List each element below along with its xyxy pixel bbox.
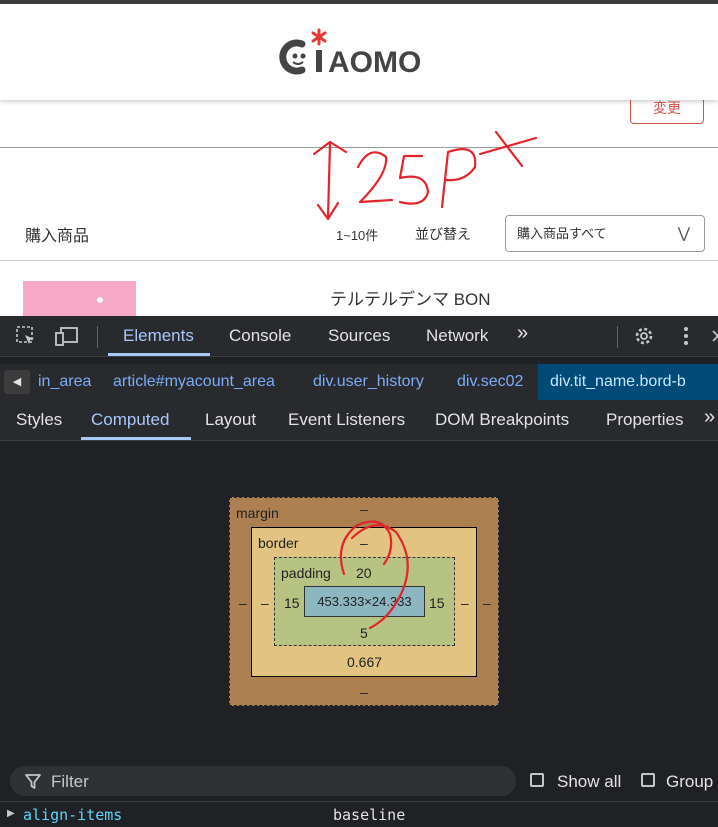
breadcrumb-item[interactable]: in_area (38, 373, 91, 391)
toolbar-separator (617, 326, 618, 348)
site-header: AOMO (0, 4, 718, 100)
product-thumbnail[interactable] (23, 281, 136, 316)
margin-left-value[interactable]: – (239, 595, 247, 611)
handwritten-annotation (312, 130, 538, 221)
show-all-checkbox[interactable] (530, 773, 544, 787)
inspect-element-icon[interactable] (14, 324, 38, 348)
border-right-value[interactable]: – (461, 595, 469, 611)
product-name[interactable]: テルテルデンマ BON (330, 285, 491, 310)
tab-computed[interactable]: Computed (91, 410, 169, 430)
computed-filter-bar: Filter Show all Group (0, 761, 718, 801)
filter-placeholder: Filter (51, 772, 89, 791)
more-options-icon[interactable] (674, 324, 698, 348)
margin-bottom-value[interactable]: – (360, 684, 368, 700)
tab-layout[interactable]: Layout (205, 410, 256, 430)
divider (0, 260, 718, 261)
active-tab-indicator (81, 437, 191, 440)
item-count: 1~10件 (336, 228, 379, 243)
breadcrumb-item[interactable]: div.user_history (313, 373, 424, 391)
margin-label: margin (236, 505, 279, 521)
settings-gear-icon[interactable] (632, 324, 656, 348)
more-tabs-icon[interactable]: » (704, 406, 715, 429)
webpage-viewport: AOMO 変更 購入商品 1~10件 並び替え 購入商品すべて ⋁ テルテルデン… (0, 0, 718, 316)
tab-console[interactable]: Console (229, 326, 291, 346)
chevron-down-icon: ⋁ (677, 225, 690, 242)
tab-sources[interactable]: Sources (328, 326, 390, 346)
breadcrumb-item[interactable]: article#myacount_area (113, 373, 275, 391)
handwritten-circle-annotation (339, 520, 409, 630)
close-devtools-icon[interactable] (706, 324, 718, 348)
devtools-panel: Elements Console Sources Network » ◀ in_… (0, 316, 718, 826)
section-title: 購入商品 (25, 228, 90, 245)
border-bottom-value[interactable]: 0.667 (347, 654, 382, 670)
tab-properties[interactable]: Properties (606, 410, 683, 430)
padding-left-value[interactable]: 15 (284, 595, 300, 611)
expand-arrow-icon[interactable]: ▶ (7, 808, 15, 819)
devtools-toolbar: Elements Console Sources Network » (0, 316, 718, 357)
toolbar-separator (97, 326, 98, 348)
tab-network[interactable]: Network (426, 326, 488, 346)
select-value: 購入商品すべて (517, 226, 607, 241)
tab-dom-breakpoints[interactable]: DOM Breakpoints (435, 410, 569, 430)
svg-text:AOMO: AOMO (328, 46, 421, 79)
margin-right-value[interactable]: – (483, 595, 491, 611)
border-left-value[interactable]: – (261, 595, 269, 611)
tab-elements[interactable]: Elements (123, 326, 194, 346)
breadcrumb: ◀ in_area article#myacount_area div.user… (0, 364, 718, 401)
property-name: align-items (23, 806, 123, 824)
tab-styles[interactable]: Styles (16, 410, 62, 430)
active-tab-indicator (108, 353, 210, 356)
more-tabs-icon[interactable]: » (517, 322, 528, 345)
computed-property-row[interactable]: ▶ align-items baseline (0, 801, 718, 827)
property-value: baseline (333, 806, 406, 824)
ciaomo-logo[interactable]: AOMO (272, 26, 462, 86)
breadcrumb-item-selected[interactable]: div.tit_name.bord-b (538, 364, 718, 400)
sidebar-tabs: Styles Computed Layout Event Listeners D… (0, 400, 718, 441)
thumbnail-decoration (97, 297, 103, 303)
purchase-filter-select[interactable]: 購入商品すべて ⋁ (505, 215, 705, 252)
filter-icon (25, 774, 41, 789)
group-label[interactable]: Group (666, 772, 713, 792)
device-toolbar-icon[interactable] (55, 324, 79, 348)
tab-event-listeners[interactable]: Event Listeners (288, 410, 405, 430)
breadcrumb-item[interactable]: div.sec02 (457, 373, 523, 391)
border-label: border (258, 535, 299, 551)
sort-label: 並び替え (415, 226, 471, 242)
show-all-label[interactable]: Show all (557, 772, 621, 792)
group-checkbox[interactable] (641, 773, 655, 787)
scroll-left-icon[interactable]: ◀ (4, 370, 30, 394)
